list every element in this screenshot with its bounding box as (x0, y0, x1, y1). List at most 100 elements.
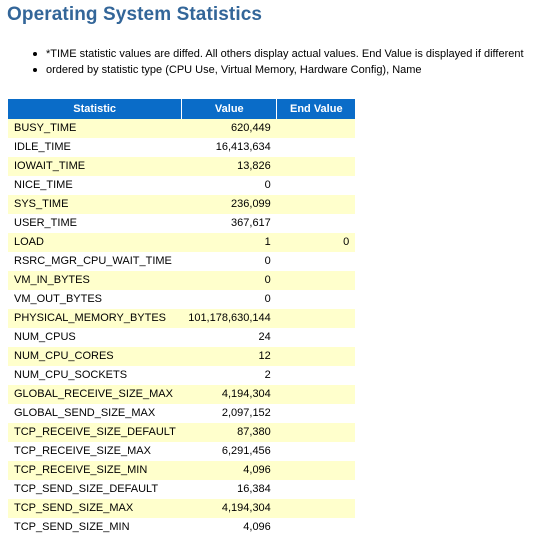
note-item: *TIME statistic values are diffed. All o… (0, 46, 524, 62)
cell-statistic: BUSY_TIME (8, 119, 182, 138)
cell-statistic: IDLE_TIME (8, 138, 182, 157)
note-text: *TIME statistic values are diffed. All o… (46, 48, 524, 60)
cell-value: 16,384 (181, 480, 277, 499)
note-item: ordered by statistic type (CPU Use, Virt… (0, 62, 524, 78)
cell-end-value (276, 385, 356, 404)
cell-statistic: TCP_SEND_SIZE_MAX (8, 499, 182, 518)
cell-statistic: GLOBAL_RECEIVE_SIZE_MAX (8, 385, 182, 404)
table-row: GLOBAL_SEND_SIZE_MAX 2,097,152 (8, 404, 356, 423)
table-row: RSRC_MGR_CPU_WAIT_TIME 0 (8, 252, 356, 271)
cell-end-value (276, 176, 356, 195)
cell-value: 0 (181, 252, 277, 271)
cell-statistic: IOWAIT_TIME (8, 157, 182, 176)
os-statistics-page: Operating System Statistics *TIME statis… (0, 0, 534, 537)
cell-statistic: TCP_RECEIVE_SIZE_MAX (8, 442, 182, 461)
cell-statistic: VM_IN_BYTES (8, 271, 182, 290)
cell-end-value (276, 461, 356, 480)
table-row: TCP_RECEIVE_SIZE_MIN 4,096 (8, 461, 356, 480)
os-statistics-table: Statistic Value End Value BUSY_TIME 620,4… (8, 99, 356, 537)
table-row: NUM_CPUS 24 (8, 328, 356, 347)
cell-statistic: NUM_CPU_CORES (8, 347, 182, 366)
cell-value: 620,449 (181, 119, 277, 138)
table-body: BUSY_TIME 620,449 IDLE_TIME 16,413,634 IOWAI… (8, 119, 356, 537)
cell-statistic: SYS_TIME (8, 195, 182, 214)
cell-end-value: 0 (276, 233, 356, 252)
table-row: TCP_RECEIVE_SIZE_MAX 6,291,456 (8, 442, 356, 461)
cell-value: 236,099 (181, 195, 277, 214)
cell-end-value (276, 290, 356, 309)
cell-end-value (276, 404, 356, 423)
cell-end-value (276, 271, 356, 290)
cell-value: 4,096 (181, 461, 277, 480)
cell-end-value (276, 423, 356, 442)
cell-end-value (276, 157, 356, 176)
notes-list: *TIME statistic values are diffed. All o… (0, 46, 524, 78)
cell-value: 6,291,456 (181, 442, 277, 461)
table-row: SYS_TIME 236,099 (8, 195, 356, 214)
note-text: ordered by statistic type (CPU Use, Virt… (46, 64, 422, 76)
table-row: IOWAIT_TIME 13,826 (8, 157, 356, 176)
cell-end-value (276, 499, 356, 518)
table-row: BUSY_TIME 620,449 (8, 119, 356, 138)
table-row: LOAD 1 0 (8, 233, 356, 252)
table-row: VM_OUT_BYTES 0 (8, 290, 356, 309)
cell-statistic: TCP_SEND_SIZE_DEFAULT (8, 480, 182, 499)
cell-value: 16,413,634 (181, 138, 277, 157)
table-row: TCP_SEND_SIZE_DEFAULT 16,384 (8, 480, 356, 499)
cell-end-value (276, 309, 356, 328)
cell-value: 87,380 (181, 423, 277, 442)
cell-statistic: NICE_TIME (8, 176, 182, 195)
cell-value: 2 (181, 366, 277, 385)
cell-value: 1 (181, 233, 277, 252)
cell-end-value (276, 214, 356, 233)
column-header-end-value[interactable]: End Value (276, 99, 356, 119)
cell-statistic: NUM_CPU_SOCKETS (8, 366, 182, 385)
cell-end-value (276, 138, 356, 157)
cell-end-value (276, 347, 356, 366)
table-row: NUM_CPU_CORES 12 (8, 347, 356, 366)
cell-end-value (276, 195, 356, 214)
cell-value: 12 (181, 347, 277, 366)
table-row: PHYSICAL_MEMORY_BYTES 101,178,630,144 (8, 309, 356, 328)
table-row: IDLE_TIME 16,413,634 (8, 138, 356, 157)
cell-statistic: USER_TIME (8, 214, 182, 233)
cell-end-value (276, 442, 356, 461)
table-row: NICE_TIME 0 (8, 176, 356, 195)
cell-value: 0 (181, 271, 277, 290)
bullet-icon (33, 52, 37, 56)
table-row: TCP_SEND_SIZE_MAX 4,194,304 (8, 499, 356, 518)
column-header-value[interactable]: Value (181, 99, 278, 119)
cell-end-value (276, 328, 356, 347)
cell-statistic: VM_OUT_BYTES (8, 290, 182, 309)
cell-value: 4,194,304 (181, 499, 277, 518)
table-row: GLOBAL_RECEIVE_SIZE_MAX 4,194,304 (8, 385, 356, 404)
cell-statistic: PHYSICAL_MEMORY_BYTES (8, 309, 182, 328)
table-row: TCP_RECEIVE_SIZE_DEFAULT 87,380 (8, 423, 356, 442)
cell-end-value (276, 480, 356, 499)
table-row: USER_TIME 367,617 (8, 214, 356, 233)
cell-value: 367,617 (181, 214, 277, 233)
cell-statistic: GLOBAL_SEND_SIZE_MAX (8, 404, 182, 423)
cell-value: 4,194,304 (181, 385, 277, 404)
cell-value: 13,826 (181, 157, 277, 176)
cell-value: 24 (181, 328, 277, 347)
bullet-icon (33, 68, 37, 72)
cell-value: 0 (181, 176, 277, 195)
cell-value: 0 (181, 290, 277, 309)
cell-value: 101,178,630,144 (181, 309, 277, 328)
column-header-statistic[interactable]: Statistic (8, 99, 183, 119)
table-header-row: Statistic Value End Value (8, 99, 356, 119)
table-header: Statistic Value End Value (8, 99, 356, 119)
cell-statistic: TCP_RECEIVE_SIZE_DEFAULT (8, 423, 182, 442)
table-row: VM_IN_BYTES 0 (8, 271, 356, 290)
cell-end-value (276, 366, 356, 385)
cell-statistic: LOAD (8, 233, 182, 252)
page-title: Operating System Statistics (7, 4, 263, 25)
cell-statistic: TCP_RECEIVE_SIZE_MIN (8, 461, 182, 480)
cell-end-value (276, 252, 356, 271)
cell-end-value (276, 119, 356, 138)
cell-statistic: NUM_CPUS (8, 328, 182, 347)
table-row: NUM_CPU_SOCKETS 2 (8, 366, 356, 385)
cell-value: 2,097,152 (181, 404, 277, 423)
cell-statistic: RSRC_MGR_CPU_WAIT_TIME (8, 252, 182, 271)
